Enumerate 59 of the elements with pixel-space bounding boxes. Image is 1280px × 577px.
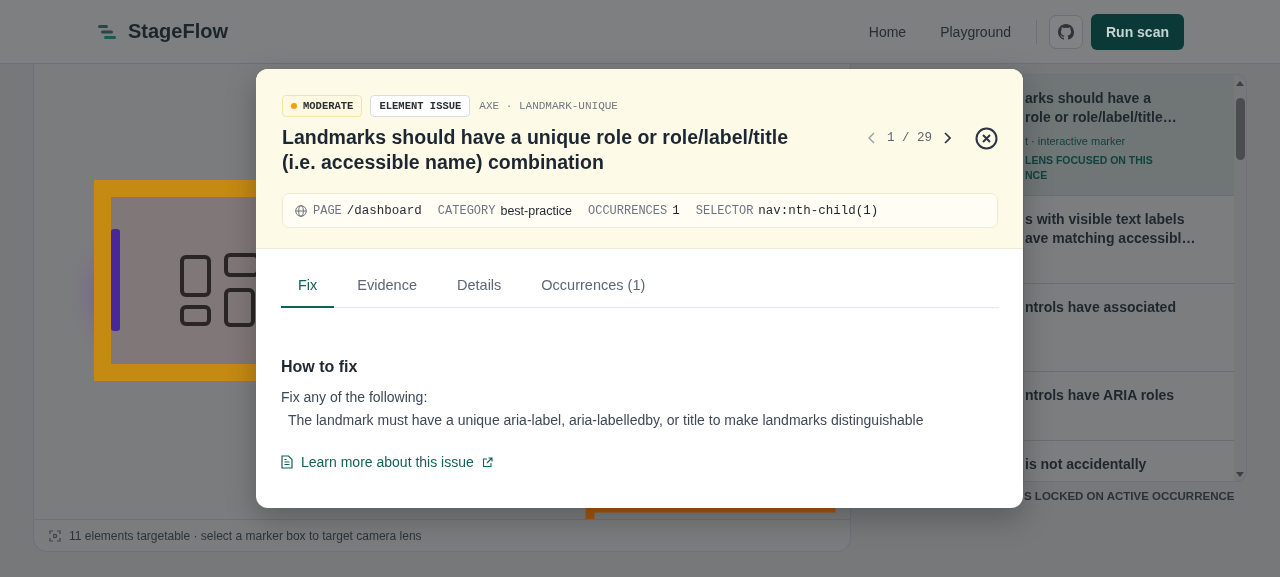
issue-list-item[interactable]: s with visible text labels ave matching accessibl… bbox=[1024, 196, 1234, 284]
meta-value: 1 bbox=[672, 203, 680, 218]
issue-title-line: arks should have a bbox=[1025, 89, 1153, 108]
rule-source: AXE · LANDMARK-UNIQUE bbox=[479, 100, 618, 112]
lens-status-line: NCE bbox=[1025, 168, 1049, 183]
tab[interactable]: Evidence bbox=[340, 270, 434, 308]
issue-title-line: ave matching accessibl… bbox=[1025, 229, 1197, 248]
meta-value: /dashboard bbox=[346, 203, 422, 218]
tab[interactable]: Occurrences (1) bbox=[524, 270, 663, 308]
nav-link[interactable]: Playground bbox=[923, 23, 1028, 40]
close-icon bbox=[975, 126, 998, 150]
tab[interactable]: Details bbox=[440, 270, 519, 308]
camera-focus-icon bbox=[49, 529, 61, 542]
nav-link[interactable]: Home bbox=[851, 23, 924, 40]
document-icon bbox=[281, 455, 293, 469]
github-button[interactable] bbox=[1049, 14, 1083, 49]
issue-list-item[interactable]: arks should have a role or role/label/title… t · interactive marker LENS FOCUSED ON THIS NCE bbox=[1024, 75, 1234, 196]
external-link-icon bbox=[481, 456, 493, 468]
pager-count: 1 / 29 bbox=[887, 131, 932, 145]
run-scan-button[interactable]: Run scan bbox=[1091, 13, 1184, 50]
scrollbar-thumb[interactable] bbox=[1235, 98, 1245, 160]
severity-badge: MODERATE bbox=[282, 95, 363, 117]
chevron-right-icon bbox=[944, 132, 951, 144]
chevron-left-icon bbox=[868, 132, 875, 144]
lens-status-line: LENS FOCUSED ON THIS bbox=[1025, 153, 1154, 168]
severity-dot bbox=[291, 103, 297, 109]
fix-item: The landmark must have a unique aria-label, aria-labelledby, or title to make landmarks distinguishable bbox=[287, 411, 925, 430]
issue-type-badge: ELEMENT ISSUE bbox=[370, 95, 471, 117]
meta-label: CATEGORY bbox=[437, 203, 496, 218]
issue-title: Landmarks should have a unique role or role/label/title (i.e. accessible name) combination bbox=[282, 125, 790, 175]
scroll-up-icon[interactable] bbox=[1236, 81, 1244, 86]
instruction-text: Fix any of the following: bbox=[281, 388, 429, 407]
next-button[interactable] bbox=[942, 130, 953, 146]
meta-value: best-practice bbox=[500, 203, 572, 218]
issue-title-line: s with visible text labels bbox=[1025, 210, 1186, 229]
status-text: 11 elements targetable · select a marker box to target camera lens bbox=[69, 528, 422, 543]
github-icon bbox=[1058, 23, 1074, 40]
brand-name: StageFlow bbox=[128, 20, 228, 43]
meta-value: nav:nth-child(1) bbox=[758, 203, 879, 218]
issue-title-line: role or role/label/title… bbox=[1025, 108, 1178, 127]
lens-lock-status: S LOCKED ON ACTIVE OCCURRENCE bbox=[1023, 490, 1235, 502]
logo-icon bbox=[98, 24, 116, 39]
previous-button[interactable] bbox=[866, 130, 877, 146]
tab[interactable]: Fix bbox=[281, 270, 335, 308]
issue-title-line: ntrols have ARIA roles bbox=[1025, 386, 1176, 405]
issue-list-item[interactable]: ntrols have associated bbox=[1024, 284, 1234, 372]
issue-list-item[interactable]: is not accidentally bbox=[1024, 441, 1234, 481]
learn-more-link[interactable]: Learn more about this issue bbox=[281, 454, 493, 470]
meta-label: OCCURRENCES bbox=[588, 203, 668, 218]
meta-label: PAGE bbox=[313, 203, 342, 218]
meta-label: SELECTOR bbox=[695, 203, 754, 218]
issue-list-item[interactable]: ntrols have ARIA roles bbox=[1024, 372, 1234, 441]
scroll-down-icon[interactable] bbox=[1236, 472, 1244, 477]
issue-meta: t · interactive marker bbox=[1025, 135, 1127, 147]
issue-title-line: ntrols have associated bbox=[1025, 298, 1177, 317]
issue-title-line: is not accidentally bbox=[1025, 455, 1148, 474]
section-heading: How to fix bbox=[281, 358, 359, 376]
close-button[interactable] bbox=[975, 126, 998, 150]
globe-icon bbox=[295, 204, 307, 217]
